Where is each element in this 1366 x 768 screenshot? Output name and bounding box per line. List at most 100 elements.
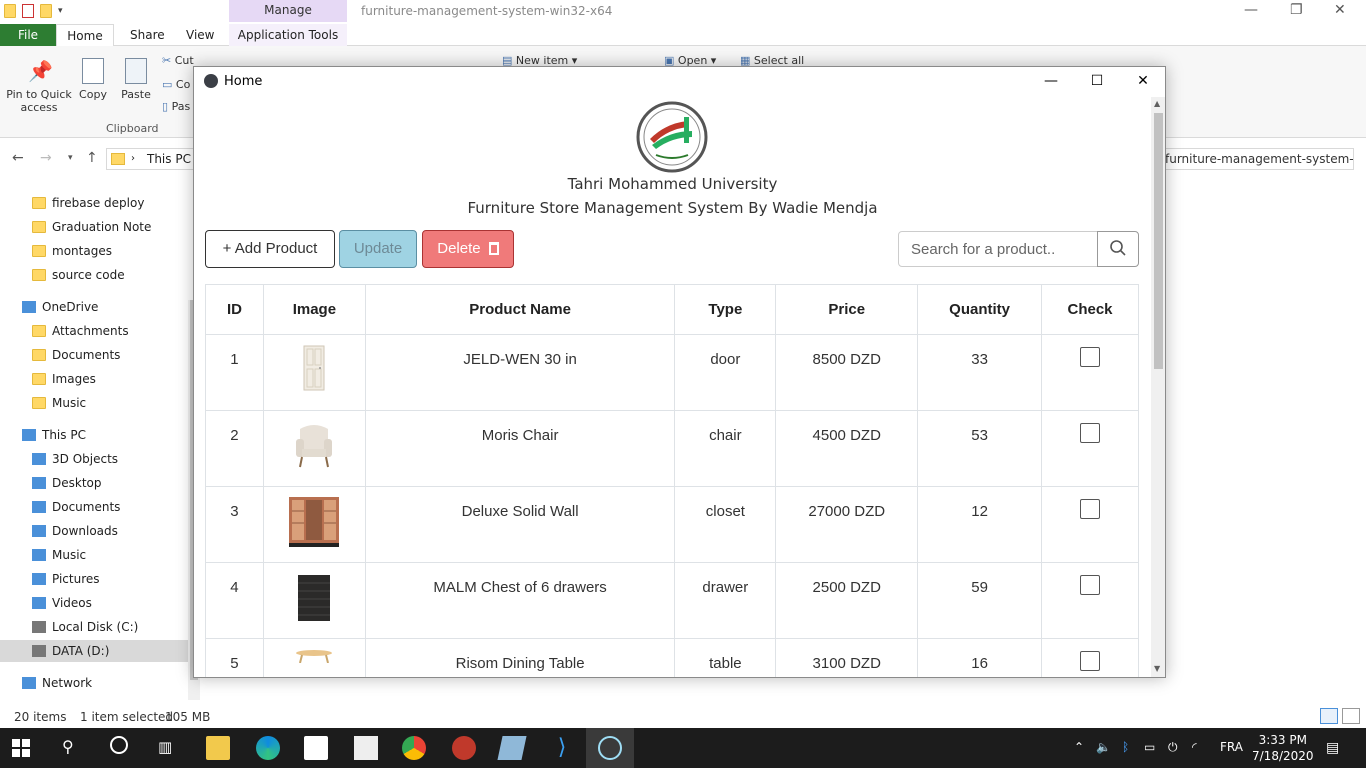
product-checkbox[interactable] [1080,499,1101,519]
power-plug-icon[interactable]: ⏻ [1168,740,1178,755]
product-checkbox[interactable] [1080,347,1101,367]
task-view-icon[interactable]: ▥ [158,738,172,756]
table-row[interactable]: 1 JELD-WEN 30 in door 8500 DZD 33 [205,334,1139,411]
add-product-button[interactable]: + Add Product [205,230,335,268]
bluetooth-icon[interactable]: ᛒ [1122,740,1129,754]
notes-app-icon[interactable] [497,736,527,760]
sidebar-item[interactable]: Pictures [0,568,188,590]
sidebar-item[interactable]: montages [0,240,188,262]
table-row[interactable]: 5 Risom Dining Table table 3100 DZD 16 [205,638,1139,677]
search-button[interactable] [1097,231,1139,267]
delete-button[interactable]: Delete [422,230,514,268]
tab-application-tools[interactable]: Application Tools [229,24,347,46]
scrollbar-thumb[interactable] [1154,113,1163,369]
sidebar-item[interactable]: Documents [0,496,188,518]
product-image-cell [262,562,366,639]
app-content: Tahri Mohammed University Furniture Stor… [194,95,1151,677]
volume-icon[interactable]: 🔈 [1096,740,1111,754]
sidebar-item[interactable]: Documents [0,344,188,366]
minimize-button[interactable]: — [1028,67,1074,95]
paste-button[interactable]: Paste [118,58,154,101]
recent-locations-icon[interactable]: ▾ [68,153,73,163]
back-arrow-icon[interactable]: ← [12,150,24,166]
table-row[interactable]: 3 Deluxe Solid Wall closet 27000 DZD 12 [205,486,1139,563]
sidebar-item[interactable]: Local Disk (C:) [0,616,188,638]
sidebar-item[interactable]: Videos [0,592,188,614]
paste-shortcut-button[interactable]: ▯ Pas [162,100,190,113]
tab-view[interactable]: View [176,24,224,46]
restore-icon[interactable]: ❐ [1290,2,1303,18]
close-icon[interactable]: ✕ [1334,2,1346,18]
tab-home[interactable]: Home [56,24,114,46]
tray-chevron-icon[interactable]: ⌃ [1074,740,1084,754]
search-icon[interactable]: ⚲ [62,737,74,756]
wifi-icon[interactable]: ◜ [1192,740,1197,754]
sidebar-item[interactable]: Attachments [0,320,188,342]
cortana-icon[interactable] [110,736,128,754]
folder-icon[interactable] [4,4,16,18]
electron-app-taskbar-button[interactable] [586,728,634,768]
product-type: drawer [674,562,777,639]
scroll-down-icon[interactable]: ▼ [1154,664,1160,673]
paint-app-icon[interactable] [452,736,476,760]
language-indicator[interactable]: FRA [1220,740,1243,754]
cut-button[interactable]: ✂ Cut [162,54,194,67]
table-row[interactable]: 2 Moris Chair chair 4500 DZD 53 [205,410,1139,487]
vscode-icon[interactable]: ⟩ [550,736,574,760]
sidebar-item[interactable]: Graduation Note [0,216,188,238]
sidebar-item[interactable]: firebase deploy [0,192,188,214]
selection-count: 1 item selected [80,710,174,724]
sidebar-item[interactable]: Downloads [0,520,188,542]
tab-file[interactable]: File [0,24,56,46]
pin-quick-access-button[interactable]: 📌 Pin to Quick access [6,58,72,114]
system-clock[interactable]: 3:33 PM 7/18/2020 [1252,732,1314,764]
mail-icon[interactable] [354,736,378,760]
sidebar-item[interactable]: Music [0,392,188,414]
product-checkbox[interactable] [1080,575,1101,595]
product-name: Moris Chair [364,410,676,487]
address-input[interactable]: › This PC [106,148,196,170]
update-button[interactable]: Update [339,230,417,268]
tab-share[interactable]: Share [120,24,175,46]
sidebar-item[interactable]: DATA (D:) [0,640,188,662]
windows-start-icon[interactable] [12,739,30,757]
scroll-up-icon[interactable]: ▲ [1154,99,1160,108]
customize-toolbar-icon[interactable]: ▾ [58,6,63,16]
file-explorer-taskbar-icon[interactable] [206,736,230,760]
sidebar-item[interactable]: This PC [0,424,188,446]
maximize-button[interactable]: ☐ [1074,67,1120,95]
navigation-pane: firebase deploy Graduation Note montages so… [0,180,200,700]
up-arrow-icon[interactable]: ↑ [86,150,98,166]
details-view-icon[interactable] [1320,708,1338,724]
microsoft-store-icon[interactable] [304,736,328,760]
product-checkbox[interactable] [1080,651,1101,671]
electron-icon [598,736,622,760]
copy-button[interactable]: Copy [76,58,110,101]
app-scrollbar[interactable]: ▲ ▼ [1151,97,1165,677]
sidebar-item[interactable]: Desktop [0,472,188,494]
large-icons-view-icon[interactable] [1342,708,1360,724]
sidebar-item[interactable]: OneDrive [0,296,188,318]
sidebar-item[interactable]: 3D Objects [0,448,188,470]
sidebar-item[interactable]: Music [0,544,188,566]
sidebar-item[interactable]: Images [0,368,188,390]
properties-icon[interactable] [22,4,34,18]
battery-icon[interactable]: ▭ [1144,740,1155,754]
sidebar-item[interactable]: source code [0,264,188,286]
product-checkbox[interactable] [1080,423,1101,443]
copy-path-button[interactable]: ▭ Co [162,78,190,91]
forward-arrow-icon[interactable]: → [40,150,52,166]
search-input[interactable] [898,231,1098,267]
paste-shortcut-icon: ▯ [162,100,169,113]
manage-tab[interactable]: Manage [229,0,347,22]
ribbon-tabs: File Home Share View Application Tools ⌃… [0,24,1366,65]
minimize-icon[interactable]: — [1244,2,1258,18]
new-folder-icon[interactable] [40,4,52,18]
sidebar-item[interactable]: Network [0,672,188,694]
notifications-icon[interactable]: ▤ [1326,740,1339,756]
edge-browser-icon[interactable] [256,736,280,760]
table-row[interactable]: 4 MALM Chest of 6 drawers drawer 2500 DZD 59 [205,562,1139,639]
address-path-right[interactable]: furniture-management-system-wi... [1158,148,1354,170]
close-button[interactable]: ✕ [1120,67,1165,95]
chrome-icon[interactable] [402,736,426,760]
